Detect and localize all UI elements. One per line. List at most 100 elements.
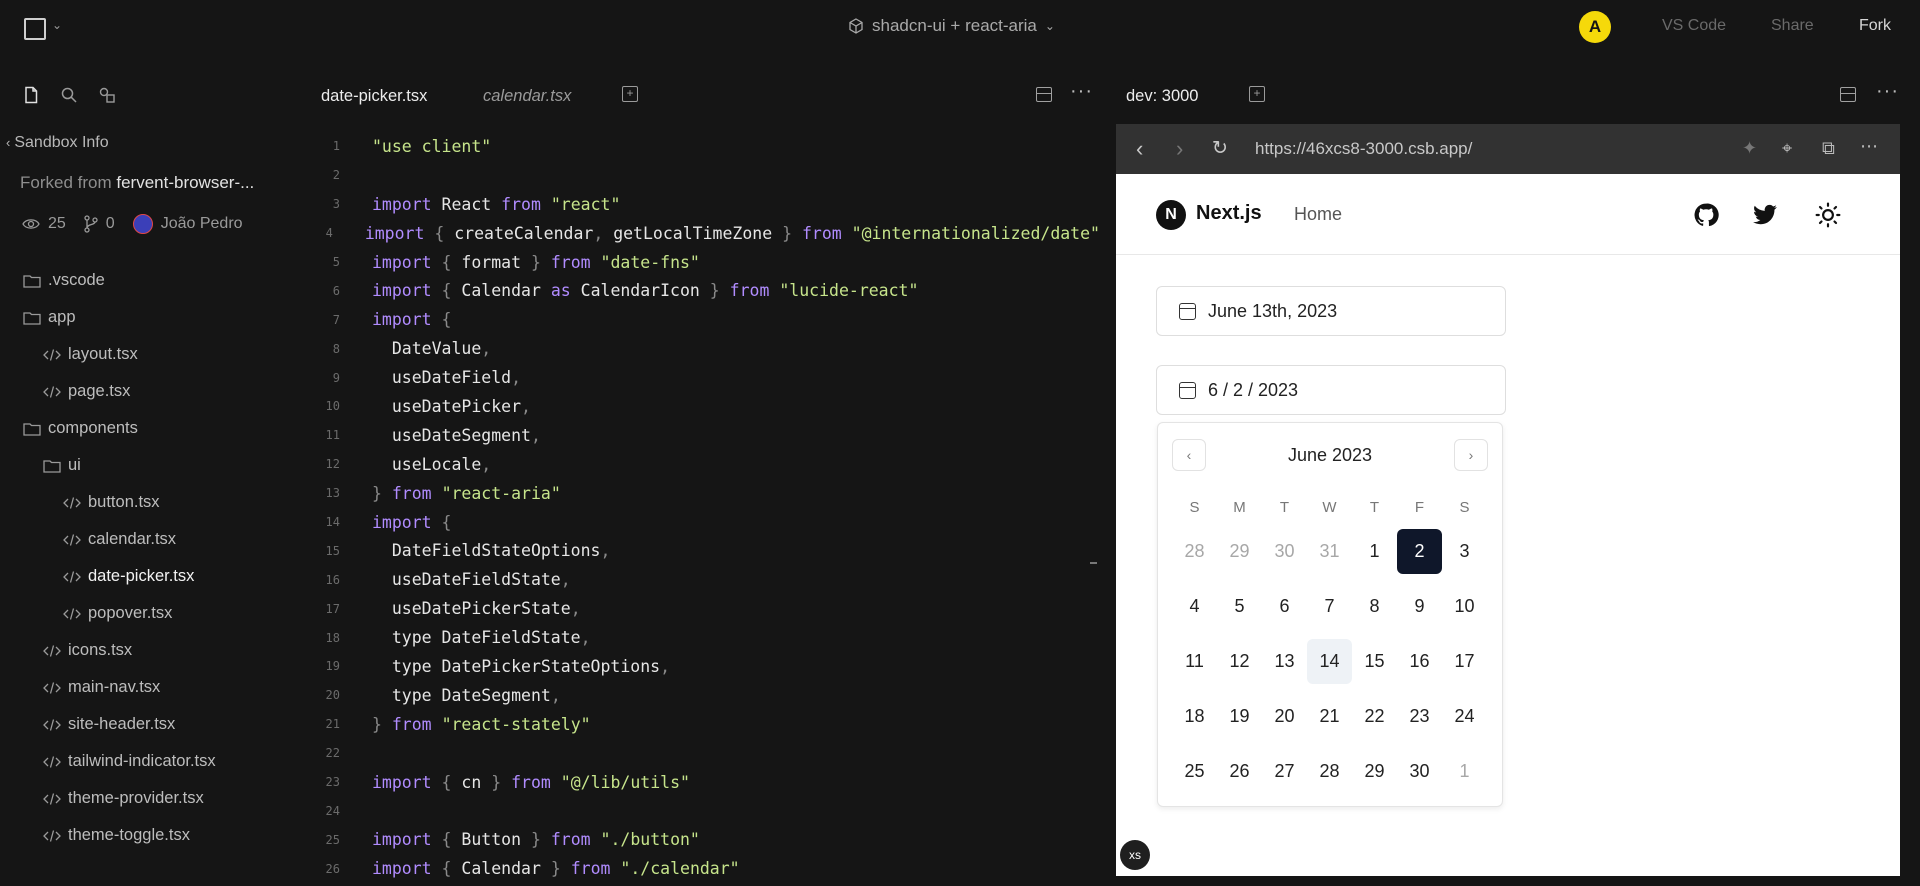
calendar-day[interactable]: 5: [1217, 584, 1262, 629]
code-line[interactable]: 25 import { Button } from "./button": [290, 825, 1100, 854]
calendar-day-outside[interactable]: 29: [1217, 529, 1262, 574]
tree-file[interactable]: site-header.tsx: [0, 706, 290, 743]
code-lines[interactable]: 1 "use client" 2 3 import React from "react"…: [290, 132, 1100, 883]
code-line[interactable]: 7 import {: [290, 305, 1100, 334]
code-line[interactable]: 23 import { cn } from "@/lib/utils": [290, 768, 1100, 797]
code-line[interactable]: 22: [290, 739, 1100, 768]
split-view-icon[interactable]: [1036, 87, 1052, 102]
chevron-down-icon[interactable]: ⌄: [52, 18, 62, 32]
calendar-day-outside[interactable]: 28: [1172, 529, 1217, 574]
code-line[interactable]: 15 DateFieldStateOptions,: [290, 536, 1100, 565]
twitter-icon[interactable]: [1752, 202, 1778, 228]
code-line[interactable]: 24: [290, 796, 1100, 825]
calendar-day[interactable]: 14: [1307, 639, 1352, 684]
code-line[interactable]: 21} from "react-stately": [290, 710, 1100, 739]
code-line[interactable]: 1 "use client": [290, 132, 1100, 161]
code-line[interactable]: 14 import {: [290, 508, 1100, 537]
tree-folder[interactable]: components: [0, 410, 290, 447]
tree-file[interactable]: page.tsx: [0, 373, 290, 410]
code-line[interactable]: 2: [290, 161, 1100, 190]
back-arrow-icon[interactable]: ‹: [1136, 136, 1143, 162]
calendar-day[interactable]: 15: [1352, 639, 1397, 684]
code-line[interactable]: 26 import { Calendar } from "./calendar": [290, 854, 1100, 883]
more-options-icon[interactable]: ···: [1876, 80, 1899, 103]
code-line[interactable]: 5 import { format } from "date-fns": [290, 248, 1100, 277]
tree-folder[interactable]: ui: [0, 447, 290, 484]
user-avatar[interactable]: A: [1579, 11, 1611, 43]
more-options-icon[interactable]: ···: [1070, 80, 1093, 103]
scroll-indicator[interactable]: [1090, 562, 1097, 564]
calendar-day[interactable]: 24: [1442, 694, 1487, 739]
code-line[interactable]: 9 useDateField,: [290, 363, 1100, 392]
sandbox-info-back[interactable]: ‹ Sandbox Info: [6, 134, 109, 152]
calendar-day[interactable]: 29: [1352, 749, 1397, 794]
calendar-day[interactable]: 16: [1397, 639, 1442, 684]
search-icon[interactable]: [60, 86, 78, 104]
nav-link-home[interactable]: Home: [1294, 204, 1342, 225]
date-field-input[interactable]: 6 / 2 / 2023: [1156, 365, 1506, 415]
tree-file[interactable]: date-picker.tsx: [0, 558, 290, 595]
tab-dev-server[interactable]: dev: 3000: [1126, 87, 1198, 106]
tree-file[interactable]: theme-toggle.tsx: [0, 817, 290, 854]
calendar-day[interactable]: 11: [1172, 639, 1217, 684]
open-new-window-icon[interactable]: ⧉: [1822, 138, 1835, 159]
calendar-day[interactable]: 26: [1217, 749, 1262, 794]
calendar-day[interactable]: 7: [1307, 584, 1352, 629]
vscode-button[interactable]: VS Code: [1662, 17, 1726, 35]
sun-icon[interactable]: [1815, 202, 1841, 228]
split-view-icon[interactable]: [1840, 87, 1856, 102]
github-icon[interactable]: [1693, 202, 1719, 228]
code-line[interactable]: 20 type DateSegment,: [290, 681, 1100, 710]
calendar-day[interactable]: 28: [1307, 749, 1352, 794]
calendar-day[interactable]: 1: [1352, 529, 1397, 574]
tree-file[interactable]: icons.tsx: [0, 632, 290, 669]
sparkle-icon[interactable]: ✦: [1742, 138, 1757, 159]
fork-button[interactable]: Fork: [1859, 17, 1891, 35]
tab-date-picker[interactable]: date-picker.tsx: [321, 87, 427, 106]
date-field-value[interactable]: 6 / 2 / 2023: [1208, 380, 1298, 401]
calendar-day[interactable]: 8: [1352, 584, 1397, 629]
code-line[interactable]: 4 import { createCalendar, getLocalTimeZo…: [290, 219, 1100, 248]
calendar-day-outside[interactable]: 30: [1262, 529, 1307, 574]
site-brand[interactable]: Next.js: [1196, 202, 1262, 225]
calendar-day[interactable]: 17: [1442, 639, 1487, 684]
codesandbox-logo-icon[interactable]: [24, 18, 46, 40]
calendar-day[interactable]: 27: [1262, 749, 1307, 794]
tree-file[interactable]: button.tsx: [0, 484, 290, 521]
tree-file[interactable]: calendar.tsx: [0, 521, 290, 558]
code-line[interactable]: 17 useDatePickerState,: [290, 594, 1100, 623]
calendar-day[interactable]: 21: [1307, 694, 1352, 739]
code-line[interactable]: 11 useDateSegment,: [290, 421, 1100, 450]
calendar-day[interactable]: 18: [1172, 694, 1217, 739]
calendar-day-selected[interactable]: 2: [1397, 529, 1442, 574]
crosshair-icon[interactable]: ⌖: [1782, 138, 1792, 159]
code-line[interactable]: 10 useDatePicker,: [290, 392, 1100, 421]
calendar-day[interactable]: 9: [1397, 584, 1442, 629]
calendar-day[interactable]: 6: [1262, 584, 1307, 629]
calendar-day[interactable]: 12: [1217, 639, 1262, 684]
new-tab-plus-icon[interactable]: +: [622, 86, 638, 102]
next-month-button[interactable]: ›: [1454, 439, 1488, 471]
code-line[interactable]: 8 DateValue,: [290, 334, 1100, 363]
tree-file[interactable]: main-nav.tsx: [0, 669, 290, 706]
refresh-icon[interactable]: ↻: [1212, 137, 1228, 160]
calendar-day[interactable]: 25: [1172, 749, 1217, 794]
code-line[interactable]: 19 type DatePickerStateOptions,: [290, 652, 1100, 681]
tree-folder[interactable]: app: [0, 299, 290, 336]
calendar-day[interactable]: 13: [1262, 639, 1307, 684]
nextjs-logo-icon[interactable]: N: [1156, 200, 1186, 230]
calendar-day-outside[interactable]: 31: [1307, 529, 1352, 574]
code-line[interactable]: 16 useDateFieldState,: [290, 565, 1100, 594]
new-tab-plus-icon[interactable]: +: [1249, 86, 1265, 102]
more-options-icon[interactable]: ⋯: [1860, 136, 1878, 157]
calendar-day[interactable]: 20: [1262, 694, 1307, 739]
tree-file[interactable]: layout.tsx: [0, 336, 290, 373]
code-line[interactable]: 3 import React from "react": [290, 190, 1100, 219]
share-button[interactable]: Share: [1771, 17, 1814, 35]
calendar-day-outside[interactable]: 1: [1442, 749, 1487, 794]
tab-calendar[interactable]: calendar.tsx: [483, 87, 571, 106]
code-line[interactable]: 6 import { Calendar as CalendarIcon } fro…: [290, 276, 1100, 305]
calendar-day[interactable]: 10: [1442, 584, 1487, 629]
tree-file[interactable]: theme-provider.tsx: [0, 780, 290, 817]
url-field[interactable]: https://46xcs8-3000.csb.app/: [1255, 139, 1472, 159]
